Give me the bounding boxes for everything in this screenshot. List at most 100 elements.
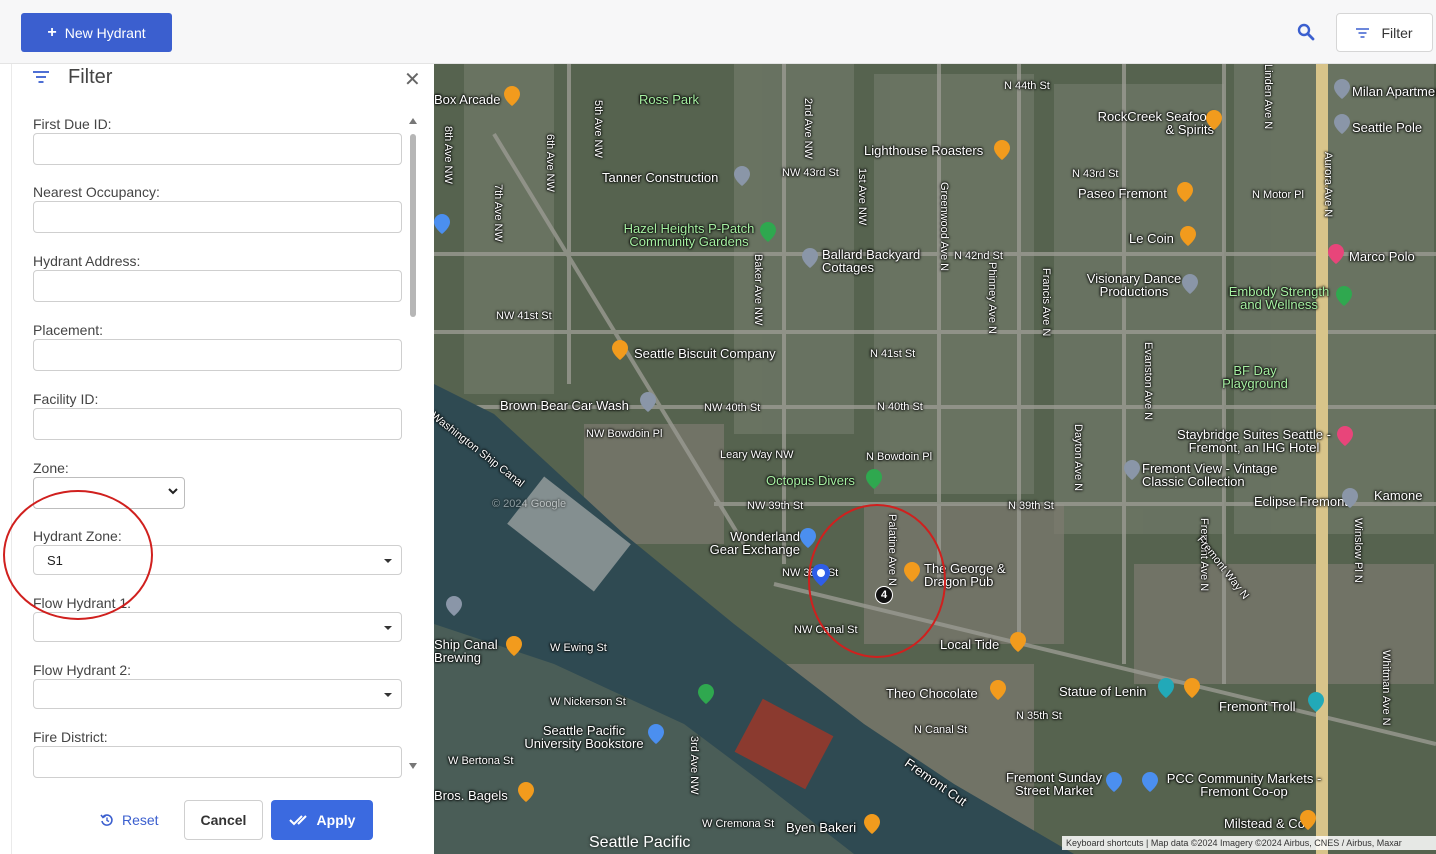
new-hydrant-button[interactable]: + New Hydrant xyxy=(21,13,172,52)
poi-label[interactable]: Visionary Dance Productions xyxy=(1074,272,1194,298)
street-label: N 40th St xyxy=(877,401,923,413)
scroll-up-arrow[interactable] xyxy=(409,118,417,124)
park-pin-icon[interactable] xyxy=(866,469,882,489)
poi-label[interactable]: Seattle Pole xyxy=(1352,121,1422,134)
poi-label[interactable]: Milan Apartments xyxy=(1352,85,1436,98)
poi-label[interactable]: Brown Bear Car Wash xyxy=(500,399,629,412)
restaurant-pin-icon[interactable] xyxy=(1010,632,1026,652)
scroll-thumb[interactable] xyxy=(410,134,416,317)
street-label: W Bertona St xyxy=(448,755,514,767)
cafe-pin-icon[interactable] xyxy=(518,782,534,802)
shopping-pin-icon[interactable] xyxy=(1106,772,1122,792)
poi-label[interactable]: Fremont Troll xyxy=(1219,700,1296,713)
poi-label[interactable]: Ship Canal Brewing xyxy=(434,638,504,664)
shopping-pin-icon[interactable] xyxy=(648,724,664,744)
poi-label[interactable]: Local Tide xyxy=(940,638,999,651)
cafe-pin-icon[interactable] xyxy=(994,140,1010,160)
poi-label[interactable]: Staybridge Suites Seattle - Fremont, an … xyxy=(1174,428,1334,454)
street-label: Whitman Ave N xyxy=(1380,650,1392,726)
cancel-button[interactable]: Cancel xyxy=(184,800,263,840)
hotel-pin-icon[interactable] xyxy=(1337,426,1353,446)
flow-hydrant-2-select[interactable] xyxy=(33,679,402,709)
apply-button[interactable]: Apply xyxy=(271,800,373,840)
placement-input[interactable] xyxy=(33,339,402,371)
poi-label[interactable]: Seattle Biscuit Company xyxy=(634,347,776,360)
bar-pin-icon[interactable] xyxy=(904,562,920,582)
poi-label[interactable]: Bros. Bagels xyxy=(434,789,508,802)
park-pin-icon[interactable] xyxy=(1336,286,1352,306)
restaurant-pin-icon[interactable] xyxy=(990,680,1006,700)
poi-label[interactable]: Ballard Backyard Cottages xyxy=(822,248,932,274)
poi-label[interactable]: Lighthouse Roasters xyxy=(864,144,983,157)
landmark-pin-icon[interactable] xyxy=(1158,678,1174,698)
poi-label[interactable]: Fremont View - Vintage Classic Collectio… xyxy=(1142,462,1282,488)
poi-label[interactable]: Tanner Construction xyxy=(602,171,718,184)
facility-id-input[interactable] xyxy=(33,408,402,440)
street-label: Winslow Pl N xyxy=(1352,518,1364,583)
filter-icon xyxy=(1356,27,1370,38)
nearest-occupancy-input[interactable] xyxy=(33,201,402,233)
poi-label[interactable]: Marco Polo xyxy=(1349,250,1415,263)
restaurant-pin-icon[interactable] xyxy=(1177,182,1193,202)
restaurant-pin-icon[interactable] xyxy=(1184,678,1200,698)
location-pin-icon[interactable] xyxy=(640,392,656,412)
location-pin-icon[interactable] xyxy=(1334,114,1350,134)
poi-label[interactable]: Embody Strength and Wellness xyxy=(1224,285,1334,311)
poi-label[interactable]: BF Day Playground xyxy=(1220,364,1290,390)
restaurant-pin-icon[interactable] xyxy=(612,340,628,360)
poi-label[interactable]: Eclipse Fremont xyxy=(1254,495,1348,508)
poi-label[interactable]: PCC Community Markets - Fremont Co-op xyxy=(1164,772,1324,798)
street-label: 3rd Ave NW xyxy=(688,736,700,795)
location-pin-icon[interactable] xyxy=(446,596,462,616)
poi-label[interactable]: Theo Chocolate xyxy=(886,687,978,700)
map-attribution[interactable]: Keyboard shortcuts | Map data ©2024 Imag… xyxy=(1062,836,1436,850)
poi-label[interactable]: Statue of Lenin xyxy=(1059,685,1146,698)
shopping-pin-icon[interactable] xyxy=(434,214,450,234)
form-scrollbar[interactable] xyxy=(407,118,419,769)
poi-label[interactable]: Box Arcade xyxy=(434,93,501,106)
filter-panel-title: Filter xyxy=(68,66,113,88)
restaurant-pin-icon[interactable] xyxy=(504,86,520,106)
restaurant-pin-icon[interactable] xyxy=(1180,226,1196,246)
filter-toggle-button[interactable]: Filter xyxy=(1336,13,1433,52)
bar-pin-icon[interactable] xyxy=(506,636,522,656)
street-label: N Canal St xyxy=(914,724,968,736)
satellite-map[interactable]: Box Arcade Ross Park Milan Apartments Ro… xyxy=(434,64,1436,854)
fire-district-input[interactable] xyxy=(33,746,402,778)
poi-label[interactable]: Seattle Pacific University Bookstore xyxy=(514,724,654,750)
location-pin-icon[interactable] xyxy=(1182,274,1198,294)
reset-button[interactable]: Reset xyxy=(94,800,165,840)
hotel-pin-icon[interactable] xyxy=(1328,244,1344,264)
poi-label[interactable]: Kamone xyxy=(1374,489,1422,502)
cafe-pin-icon[interactable] xyxy=(864,814,880,834)
park-pin-icon[interactable] xyxy=(760,222,776,242)
street-label: N 44th St xyxy=(1004,80,1050,92)
restaurant-pin-icon[interactable] xyxy=(1206,110,1222,130)
search-icon[interactable] xyxy=(1297,23,1315,41)
poi-label[interactable]: Le Coin xyxy=(1129,232,1174,245)
poi-label[interactable]: Fremont Sunday Street Market xyxy=(994,771,1114,797)
close-icon[interactable]: ✕ xyxy=(404,70,421,90)
poi-label[interactable]: Wonderland Gear Exchange xyxy=(700,530,800,556)
poi-label[interactable]: Ross Park xyxy=(639,93,699,106)
scroll-down-arrow[interactable] xyxy=(409,763,417,769)
poi-label[interactable]: Hazel Heights P-Patch Community Gardens xyxy=(614,222,764,248)
poi-label[interactable]: Paseo Fremont xyxy=(1078,187,1167,200)
shopping-pin-icon[interactable] xyxy=(800,528,816,548)
location-pin-icon[interactable] xyxy=(734,166,750,186)
landmark-pin-icon[interactable] xyxy=(1308,692,1324,712)
poi-label[interactable]: Byen Bakeri xyxy=(786,821,856,834)
chevron-down-icon xyxy=(168,488,178,495)
restaurant-pin-icon[interactable] xyxy=(1300,810,1316,830)
park-pin-icon[interactable] xyxy=(698,684,714,704)
location-pin-icon[interactable] xyxy=(1342,488,1358,508)
poi-label[interactable]: Octopus Divers xyxy=(766,474,855,487)
shopping-pin-icon[interactable] xyxy=(1142,772,1158,792)
poi-label[interactable]: RockCreek Seafood & Spirits xyxy=(1094,110,1214,136)
location-pin-icon[interactable] xyxy=(1124,460,1140,480)
location-pin-icon[interactable] xyxy=(1334,79,1350,99)
location-pin-icon[interactable] xyxy=(802,248,818,268)
hydrant-address-input[interactable] xyxy=(33,270,402,302)
first-due-id-input[interactable] xyxy=(33,133,402,165)
poi-label[interactable]: Milstead & Co xyxy=(1224,817,1305,830)
